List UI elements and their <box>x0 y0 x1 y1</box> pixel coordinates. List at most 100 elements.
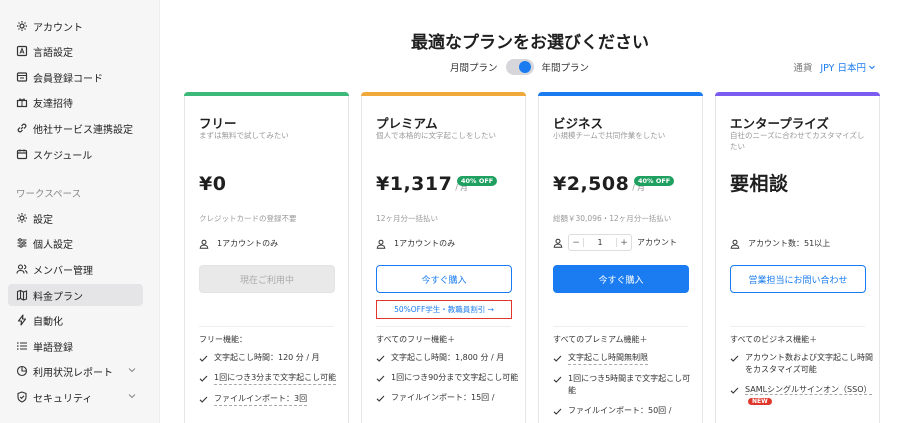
sidebar-item-language[interactable]: 言語設定 <box>8 40 143 62</box>
check-icon <box>376 395 385 402</box>
chevron-down-icon[interactable] <box>127 391 137 401</box>
list-item: SAMLシングルサインオン（SSO）NEW <box>730 384 875 408</box>
yearly-plan-label[interactable]: 年間プラン <box>542 60 590 74</box>
price-note: 総額￥30,096・12ヶ月分一括払い <box>553 214 672 223</box>
plan-color-bar <box>715 92 880 96</box>
divider <box>376 326 511 327</box>
sliders-icon <box>16 237 28 249</box>
page-title: 最適なプランをお選びください <box>411 33 649 53</box>
list-item: 文字起こし時間無制限 <box>553 352 698 365</box>
list-item: 1回につき5時間まで文字起こし可能 <box>553 373 698 397</box>
sidebar-item-automation[interactable]: 自動化 <box>8 309 143 331</box>
plan-description: 自社のニーズに合わせてカスタマイズしたい <box>730 131 865 151</box>
decrement-button[interactable]: − <box>569 238 583 248</box>
account-quantity-stepper: − 1 + アカウント <box>553 234 677 251</box>
features-title: すべてのプレミアム機能＋ <box>553 335 648 344</box>
buy-now-button[interactable]: 今すぐ購入 <box>376 265 512 293</box>
list-item: 文字起こし時間：1,800 分 / 月 <box>376 352 521 364</box>
currency-label: 通貨 <box>793 63 813 74</box>
divider <box>553 326 688 327</box>
user-icon <box>199 239 209 249</box>
sidebar-item-label: スケジュール <box>33 150 93 162</box>
billing-period-switch[interactable] <box>505 59 534 75</box>
sidebar-item-label: 単語登録 <box>33 342 73 354</box>
buy-now-button[interactable]: 今すぐ購入 <box>553 265 689 293</box>
account-limit: 1アカウントのみ <box>376 238 455 249</box>
feature-list: 文字起こし時間無制限 1回につき5時間まで文字起こし可能 ファイルインポート：5… <box>553 352 698 423</box>
sidebar-item-label: 他社サービス連携設定 <box>33 124 133 136</box>
check-icon <box>199 396 208 403</box>
quantity-stepper: − 1 + <box>568 234 632 251</box>
plan-card-free: フリー まずは無料で試してみたい ¥0 クレジットカードの登録不要 1アカウント… <box>184 92 349 423</box>
toggle-knob <box>518 61 531 73</box>
account-limit-text: 1アカウントのみ <box>394 239 456 248</box>
monthly-plan-label[interactable]: 月間プラン <box>450 60 498 74</box>
check-icon <box>730 355 739 362</box>
link-icon <box>16 122 28 134</box>
sidebar-item-pricing[interactable]: 料金プラン <box>8 284 143 306</box>
plan-color-bar <box>538 92 703 96</box>
sidebar-item-settings[interactable]: 設定 <box>8 207 143 229</box>
list-item: ファイルインポート：50回 / <box>553 405 698 417</box>
gear-icon <box>16 212 28 224</box>
plan-color-bar <box>184 92 349 96</box>
sidebar-item-account[interactable]: アカウント <box>8 15 143 37</box>
price-amount: 要相談 <box>730 173 789 195</box>
currency-dropdown[interactable]: JPY 日本円 <box>820 60 876 74</box>
contact-sales-button[interactable]: 営業担当にお問い合わせ <box>730 265 866 293</box>
sidebar-item-label: アカウント <box>33 22 83 34</box>
billing-toggle: 月間プラン 年間プラン <box>450 59 589 75</box>
feature-list: 文字起こし時間：120 分 / 月 1回につき3分まで文字起こし可能 ファイルイ… <box>199 352 344 414</box>
increment-button[interactable]: + <box>617 238 631 248</box>
sidebar-item-security[interactable]: セキュリティ <box>8 386 143 408</box>
sidebar-item-schedule[interactable]: スケジュール <box>8 143 143 165</box>
account-limit: アカウント数：51以上 <box>730 238 830 249</box>
features-title: すべてのビジネス機能＋ <box>730 335 818 344</box>
sidebar-item-usage-report[interactable]: 利用状況レポート <box>8 360 143 382</box>
price-note: クレジットカードの登録不要 <box>199 214 297 223</box>
chart-pie-icon <box>16 365 28 377</box>
student-discount-link[interactable]: 50%OFF学生・教職員割引 → <box>376 300 512 319</box>
sidebar-item-members[interactable]: メンバー管理 <box>8 258 143 280</box>
users-icon <box>16 263 28 275</box>
sidebar-item-label: 言語設定 <box>33 47 73 59</box>
sidebar-item-label: 個人設定 <box>33 239 73 251</box>
plan-price: ¥0 <box>199 175 226 194</box>
list-item: 1回につき3分まで文字起こし可能 <box>199 372 344 385</box>
list-icon <box>16 340 28 352</box>
sidebar-item-integrations[interactable]: 他社サービス連携設定 <box>8 117 143 139</box>
check-icon <box>553 408 562 415</box>
list-item: アカウント数および文字起こし時間をカスタマイズ可能 <box>730 352 875 376</box>
user-icon <box>730 239 740 249</box>
discount-badge: 40% OFF <box>457 176 498 186</box>
sidebar-item-label: 会員登録コード <box>33 73 103 85</box>
plan-description: まずは無料で試してみたい <box>199 131 289 140</box>
check-icon <box>376 375 385 382</box>
price-amount: ¥0 <box>199 173 227 195</box>
features-title: フリー機能： <box>199 335 247 344</box>
sidebar-item-label: メンバー管理 <box>33 265 93 277</box>
plan-price: ¥2,508 / 月 <box>553 175 645 194</box>
sidebar-item-dictionary[interactable]: 単語登録 <box>8 335 143 357</box>
plan-description: 小規模チームで共同作業をしたい <box>553 131 666 140</box>
sidebar-item-signup-code[interactable]: 会員登録コード <box>8 66 143 88</box>
chevron-down-icon[interactable] <box>127 365 137 375</box>
price-note: 12ヶ月分一括払い <box>376 214 439 223</box>
currency-selector: 通貨 JPY 日本円 <box>793 60 876 74</box>
check-icon <box>199 375 208 382</box>
check-icon <box>553 355 562 362</box>
gift-icon <box>16 96 28 108</box>
sidebar-item-personal-settings[interactable]: 個人設定 <box>8 232 143 254</box>
code-icon <box>16 71 28 83</box>
sidebar-item-invite[interactable]: 友達招待 <box>8 91 143 113</box>
chevron-down-icon <box>869 65 875 70</box>
account-limit-text: 1アカウントのみ <box>217 239 279 248</box>
discount-badge: 40% OFF <box>634 176 675 186</box>
quantity-input[interactable]: 1 <box>583 238 617 247</box>
user-icon <box>553 238 563 248</box>
plan-name: ビジネス <box>553 116 604 131</box>
price-amount: ¥2,508 <box>553 173 630 195</box>
current-plan-button[interactable]: 現在ご利用中 <box>199 265 335 293</box>
account-limit: 1アカウントのみ <box>199 238 278 249</box>
plan-card-business: ビジネス 小規模チームで共同作業をしたい ¥2,508 / 月 40% OFF … <box>538 92 703 423</box>
